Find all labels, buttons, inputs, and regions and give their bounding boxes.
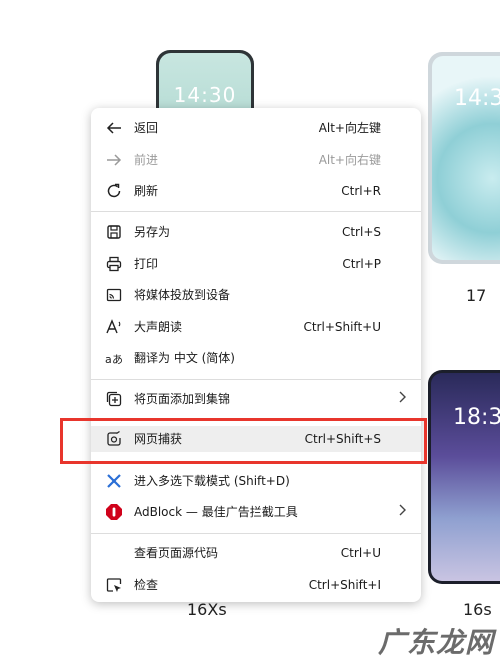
menu-item-shortcut: Alt+向左键 [318, 121, 381, 135]
phone-image-17[interactable]: 14:30 [428, 52, 500, 264]
refresh-icon [104, 181, 124, 201]
menu-item-label: 翻译为 中文 (简体) [134, 351, 235, 365]
forward-arrow-icon [104, 150, 124, 170]
phone-time: 14:30 [173, 83, 237, 107]
menu-item-label: AdBlock — 最佳广告拦截工具 [134, 505, 298, 519]
adblock-icon [104, 502, 124, 522]
phone-image-16s[interactable]: 18:30 [428, 370, 500, 584]
inspect-icon [104, 575, 124, 595]
menu-separator [91, 211, 421, 212]
menu-separator [91, 379, 421, 380]
highlight-annotation-box [60, 418, 427, 464]
cast-icon [104, 285, 124, 305]
menu-item-inspect[interactable]: 检查 Ctrl+Shift+I [91, 572, 421, 598]
translate-icon: aあ [104, 348, 124, 368]
menu-item-label: 打印 [134, 257, 159, 271]
menu-item-shortcut: Ctrl+S [341, 225, 381, 239]
phone-screen: 18:30 [431, 373, 500, 581]
chevron-right-icon [397, 386, 407, 412]
print-icon [104, 254, 124, 274]
chevron-right-icon [397, 499, 407, 525]
menu-item-multi-download[interactable]: 进入多选下载模式 (Shift+D) [91, 468, 421, 494]
menu-item-view-source[interactable]: 查看页面源代码 Ctrl+U [91, 540, 421, 566]
menu-item-label: 查看页面源代码 [134, 546, 219, 560]
watermark: 广东龙网 [377, 626, 494, 659]
menu-item-forward[interactable]: 前进 Alt+向右键 [91, 147, 421, 173]
menu-item-cast-media[interactable]: 将媒体投放到设备 [91, 282, 421, 308]
save-icon [104, 222, 124, 242]
menu-item-label: 进入多选下载模式 (Shift+D) [134, 474, 290, 488]
phone-time: 18:30 [453, 405, 500, 430]
menu-item-label: 大声朗读 [134, 320, 183, 334]
menu-item-translate[interactable]: aあ 翻译为 中文 (简体) [91, 345, 421, 371]
menu-item-adblock[interactable]: AdBlock — 最佳广告拦截工具 [91, 499, 421, 525]
menu-item-label: 另存为 [134, 225, 171, 239]
product-label-16xs[interactable]: 16Xs [187, 600, 227, 619]
menu-item-print[interactable]: 打印 Ctrl+P [91, 251, 421, 277]
menu-item-refresh[interactable]: 刷新 Ctrl+R [91, 178, 421, 204]
menu-item-label: 将页面添加到集锦 [134, 392, 231, 406]
svg-text:あ: あ [112, 353, 123, 366]
menu-item-shortcut: Ctrl+Shift+U [303, 320, 381, 334]
phone-time: 14:30 [454, 86, 500, 111]
menu-item-shortcut: Alt+向右键 [318, 153, 381, 167]
product-label-16s[interactable]: 16s [463, 600, 492, 619]
menu-item-save-as[interactable]: 另存为 Ctrl+S [91, 219, 421, 245]
collections-icon [104, 389, 124, 409]
menu-item-label: 前进 [134, 153, 159, 167]
svg-text:a: a [105, 353, 112, 366]
menu-item-label: 返回 [134, 121, 159, 135]
menu-item-shortcut: Ctrl+U [340, 546, 381, 560]
menu-item-shortcut: Ctrl+R [341, 184, 381, 198]
menu-item-shortcut: Ctrl+Shift+I [308, 578, 381, 592]
menu-item-add-to-collections[interactable]: 将页面添加到集锦 [91, 386, 421, 412]
product-label-17[interactable]: 17 [466, 286, 486, 305]
multi-download-icon [104, 471, 124, 491]
phone-screen: 14:30 [432, 56, 500, 260]
context-menu: 返回 Alt+向左键 前进 Alt+向右键 刷新 Ctrl+R 另存为 Ctrl… [91, 108, 421, 602]
menu-item-shortcut: Ctrl+P [342, 257, 381, 271]
menu-item-read-aloud[interactable]: 大声朗读 Ctrl+Shift+U [91, 314, 421, 340]
menu-separator [91, 533, 421, 534]
read-aloud-icon [104, 317, 124, 337]
back-arrow-icon [104, 118, 124, 138]
menu-item-label: 刷新 [134, 184, 159, 198]
menu-item-back[interactable]: 返回 Alt+向左键 [91, 115, 421, 141]
menu-item-label: 将媒体投放到设备 [134, 288, 231, 302]
menu-item-label: 检查 [134, 578, 159, 592]
